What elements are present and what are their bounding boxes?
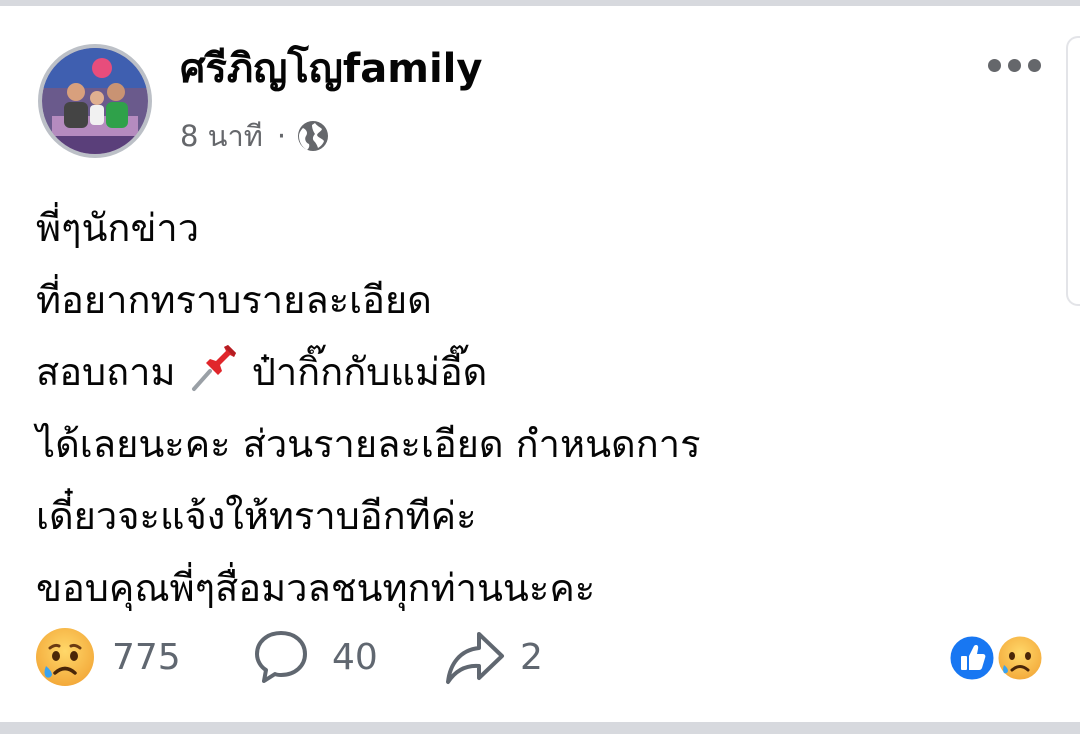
post-line: สอบถาม ป๋ากิ๊กกับแม่อี๊ด bbox=[36, 336, 1036, 408]
reaction-summary-icons bbox=[947, 633, 1045, 683]
globe-icon bbox=[298, 121, 329, 151]
side-panel-edge bbox=[1066, 36, 1080, 306]
post-meta: 8 นาที · bbox=[180, 116, 330, 156]
page-name[interactable]: ศรีภิญโญfamily bbox=[180, 44, 482, 94]
post-line: ได้เลยนะคะ ส่วนรายละเอียด กำหนดการ bbox=[36, 422, 701, 466]
post-line-text: ป๋ากิ๊กกับแม่อี๊ด bbox=[251, 350, 488, 394]
sad-face-icon bbox=[995, 633, 1045, 683]
post-time[interactable]: 8 นาที bbox=[180, 113, 263, 159]
reaction-button[interactable]: 775 bbox=[34, 624, 181, 690]
page-avatar[interactable] bbox=[38, 44, 152, 158]
meta-separator: · bbox=[276, 119, 287, 153]
bottom-divider bbox=[0, 722, 1080, 734]
like-icon bbox=[947, 633, 997, 683]
post-line: เดี๋ยวจะแจ้งให้ทราบอีกทีค่ะ bbox=[36, 494, 477, 538]
share-count: 2 bbox=[520, 636, 543, 678]
post-line-text: สอบถาม bbox=[36, 350, 176, 394]
comment-count: 40 bbox=[332, 636, 378, 678]
post-line: พี่ๆนักข่าว bbox=[36, 206, 200, 250]
reaction-count: 775 bbox=[112, 636, 181, 678]
more-options-button[interactable] bbox=[988, 52, 1041, 78]
more-dot bbox=[1028, 58, 1041, 72]
reaction-summary[interactable] bbox=[946, 632, 1050, 684]
action-bar: 775 40 2 bbox=[34, 624, 1054, 690]
share-icon bbox=[446, 632, 504, 684]
more-dot bbox=[988, 58, 1001, 72]
top-divider bbox=[0, 0, 1080, 6]
comment-icon bbox=[255, 631, 307, 683]
sad-face-icon bbox=[36, 628, 94, 686]
pushpin-icon bbox=[191, 345, 236, 391]
more-dot bbox=[1008, 58, 1021, 72]
share-button[interactable]: 2 bbox=[444, 624, 543, 690]
post-body: พี่ๆนักข่าว ที่อยากทราบรายละเอียด สอบถาม… bbox=[36, 192, 1036, 624]
comment-button[interactable]: 40 bbox=[252, 624, 378, 690]
post-line: ขอบคุณพี่ๆสื่อมวลชนทุกท่านนะคะ bbox=[36, 566, 596, 610]
avatar-image bbox=[42, 48, 148, 154]
post-line: ที่อยากทราบรายละเอียด bbox=[36, 278, 432, 322]
